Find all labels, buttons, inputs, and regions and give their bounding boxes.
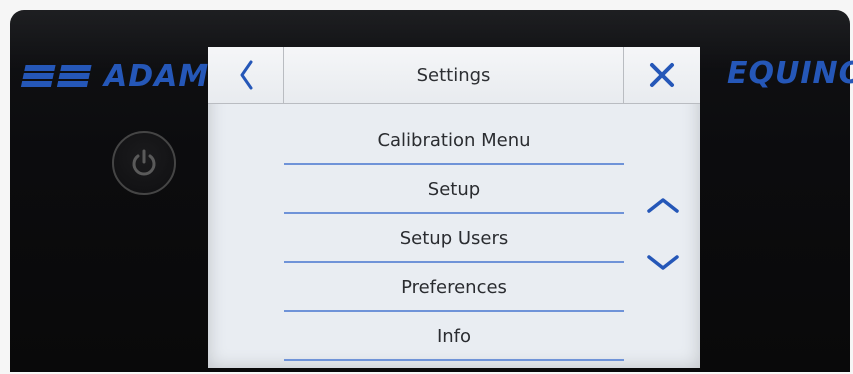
brand-name-right: EQUINOX — [727, 56, 853, 91]
close-button[interactable] — [623, 47, 700, 103]
scroll-up-button[interactable] — [645, 194, 681, 216]
brand-logo-left: ADAM — [18, 56, 209, 96]
chevron-down-icon — [647, 255, 679, 270]
menu-item-setup[interactable]: Setup — [284, 166, 624, 214]
menu-item-setup-users[interactable]: Setup Users — [284, 215, 624, 263]
adam-logo-icon — [20, 65, 92, 87]
touch-screen: Settings Calibration Menu Setup Setup Us… — [208, 47, 700, 368]
power-button[interactable] — [112, 131, 176, 195]
back-button[interactable] — [208, 47, 284, 103]
chevron-up-icon — [647, 198, 679, 213]
menu-item-preferences[interactable]: Preferences — [284, 264, 624, 312]
chevron-left-icon — [240, 60, 252, 90]
menu-item-info[interactable]: Info — [284, 313, 624, 361]
power-icon — [132, 149, 156, 176]
menu-item-calibration-menu[interactable]: Calibration Menu — [284, 117, 624, 165]
brand-name-left: ADAM — [104, 58, 210, 94]
close-icon — [650, 63, 674, 87]
settings-menu: Calibration Menu Setup Setup Users Prefe… — [284, 117, 624, 362]
page-title: Settings — [416, 64, 491, 86]
title-bar: Settings — [208, 47, 700, 104]
scroll-down-button[interactable] — [645, 252, 681, 274]
